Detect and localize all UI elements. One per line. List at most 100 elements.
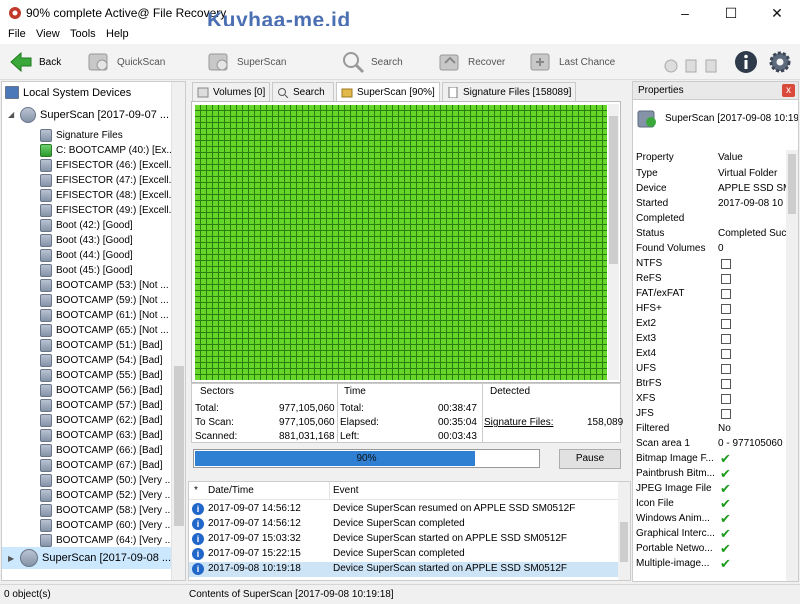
quickscan-button[interactable]: QuickScan: [86, 47, 165, 77]
info-icon[interactable]: [733, 49, 759, 75]
tree-volume-item[interactable]: BOOTCAMP (55:) [Bad]: [40, 368, 163, 383]
event-text: Device SuperScan resumed on APPLE SSD SM…: [333, 503, 576, 514]
collapse-icon[interactable]: ◢: [8, 110, 20, 119]
tree-scan-node[interactable]: ◢ SuperScan [2017-09-07 ...: [8, 106, 169, 123]
tree-volume-item[interactable]: BOOTCAMP (53:) [Not ...: [40, 278, 169, 293]
col-icon-header[interactable]: *: [194, 485, 198, 496]
tree-volume-item[interactable]: Boot (44:) [Good]: [40, 248, 133, 263]
tab-search[interactable]: Search: [272, 82, 334, 101]
property-checkbox[interactable]: [721, 319, 731, 329]
tree-scrollbar[interactable]: [171, 82, 185, 580]
search-button[interactable]: Search: [340, 47, 403, 77]
checkmark-icon[interactable]: ✔: [720, 511, 731, 527]
checkmark-icon[interactable]: ✔: [720, 466, 731, 482]
property-checkbox[interactable]: [721, 289, 731, 299]
close-icon[interactable]: x: [782, 84, 795, 97]
last-chance-button[interactable]: Last Chance: [528, 47, 615, 77]
back-button[interactable]: Back: [8, 47, 61, 77]
tree-volume-item[interactable]: BOOTCAMP (56:) [Bad]: [40, 383, 163, 398]
tree-volume-item[interactable]: BOOTCAMP (64:) [Very ...: [40, 533, 173, 548]
expand-icon[interactable]: ▶: [8, 554, 20, 563]
event-log-row[interactable]: i 2017-09-07 14:56:12 Device SuperScan com…: [189, 517, 630, 532]
event-log-row[interactable]: i 2017-09-07 14:56:12 Device SuperScan res…: [189, 502, 630, 517]
tree-volume-item[interactable]: BOOTCAMP (57:) [Bad]: [40, 398, 163, 413]
small-tool-icon[interactable]: [664, 59, 678, 73]
tree-volume-item[interactable]: EFISECTOR (47:) [Excell...: [40, 173, 177, 188]
tree-volume-item[interactable]: BOOTCAMP (59:) [Not ...: [40, 293, 169, 308]
property-checkbox[interactable]: [721, 364, 731, 374]
property-checkbox[interactable]: [721, 394, 731, 404]
tab-volumes[interactable]: Volumes [0]: [192, 82, 270, 101]
signature-files-link[interactable]: Signature Files:: [484, 417, 553, 428]
pause-button[interactable]: Pause: [559, 449, 621, 469]
scroll-thumb[interactable]: [620, 522, 628, 562]
property-checkbox[interactable]: [721, 304, 731, 314]
property-checkbox[interactable]: [721, 409, 731, 419]
superscan-button[interactable]: SuperScan: [206, 47, 286, 77]
minimize-button[interactable]: –: [662, 0, 708, 26]
superscan-tab-icon: [341, 88, 353, 98]
gear-icon[interactable]: [767, 49, 793, 75]
tab-signature-files[interactable]: Signature Files [158089]: [442, 82, 576, 101]
tree-volume-item[interactable]: BOOTCAMP (58:) [Very ...: [40, 503, 173, 518]
recover-button[interactable]: Recover: [437, 47, 505, 77]
col-event-header[interactable]: Event: [333, 485, 359, 496]
scroll-thumb[interactable]: [174, 366, 184, 526]
log-scrollbar[interactable]: [618, 482, 630, 580]
tree-volume-item[interactable]: Boot (42:) [Good]: [40, 218, 133, 233]
scroll-thumb[interactable]: [788, 154, 796, 214]
tree-volume-item[interactable]: BOOTCAMP (60:) [Very ...: [40, 518, 173, 533]
checkmark-icon[interactable]: ✔: [720, 481, 731, 497]
volume-disk-icon: [40, 174, 52, 187]
tree-volume-item[interactable]: BOOTCAMP (52:) [Very ...: [40, 488, 173, 503]
property-checkbox[interactable]: [721, 379, 731, 389]
tree-volume-item[interactable]: Boot (45:) [Good]: [40, 263, 133, 278]
menu-help[interactable]: Help: [106, 28, 129, 40]
tree-volume-item[interactable]: BOOTCAMP (62:) [Bad]: [40, 413, 163, 428]
small-tool-icon[interactable]: [704, 59, 718, 73]
close-button[interactable]: ✕: [754, 0, 800, 26]
tab-superscan[interactable]: SuperScan [90%]: [336, 82, 440, 102]
tree-volume-item[interactable]: Signature Files: [40, 128, 123, 143]
menu-tools[interactable]: Tools: [70, 28, 96, 40]
event-log-row[interactable]: i 2017-09-07 15:03:32 Device SuperScan sta…: [189, 532, 630, 547]
scroll-thumb[interactable]: [609, 116, 618, 264]
tree-volume-item[interactable]: BOOTCAMP (50:) [Very ...: [40, 473, 173, 488]
small-tool-icon[interactable]: [684, 59, 698, 73]
tree-root[interactable]: Local System Devices: [5, 85, 131, 100]
property-checkbox[interactable]: [721, 274, 731, 284]
tree-volume-item[interactable]: BOOTCAMP (54:) [Bad]: [40, 353, 163, 368]
tree-volume-item[interactable]: Boot (43:) [Good]: [40, 233, 133, 248]
tree-volume-item[interactable]: BOOTCAMP (67:) [Bad]: [40, 458, 163, 473]
tree-scan-node-selected[interactable]: ▶ SuperScan [2017-09-08 ...: [2, 547, 172, 569]
tree-volume-item[interactable]: EFISECTOR (48:) [Excell...: [40, 188, 177, 203]
tree-volume-item[interactable]: BOOTCAMP (61:) [Not ...: [40, 308, 169, 323]
event-log-row[interactable]: i 2017-09-07 15:22:15 Device SuperScan com…: [189, 547, 630, 562]
col-datetime-header[interactable]: Date/Time: [208, 485, 254, 496]
menu-file[interactable]: File: [8, 28, 26, 40]
event-log-row[interactable]: i 2017-09-08 10:19:18 Device SuperScan sta…: [189, 562, 630, 577]
checkmark-icon[interactable]: ✔: [720, 496, 731, 512]
tree-volume-item[interactable]: BOOTCAMP (65:) [Not ...: [40, 323, 169, 338]
property-checkbox[interactable]: [721, 259, 731, 269]
checkmark-icon[interactable]: ✔: [720, 541, 731, 557]
tree-volume-item[interactable]: BOOTCAMP (51:) [Bad]: [40, 338, 163, 353]
checkmark-icon[interactable]: ✔: [720, 526, 731, 542]
properties-scrollbar[interactable]: [786, 150, 798, 581]
tree-volume-item[interactable]: C: BOOTCAMP (40:) [Ex...: [40, 143, 175, 158]
checkmark-icon[interactable]: ✔: [720, 451, 731, 467]
property-row: Bitmap Image F... ✔: [633, 451, 793, 467]
maximize-button[interactable]: ☐: [708, 0, 754, 26]
menu-view[interactable]: View: [36, 28, 60, 40]
tree-volume-item[interactable]: EFISECTOR (46:) [Excell...: [40, 158, 177, 173]
map-scrollbar[interactable]: [608, 104, 619, 380]
tree-volume-item[interactable]: EFISECTOR (49:) [Excell...: [40, 203, 177, 218]
property-checkbox[interactable]: [721, 349, 731, 359]
checkmark-icon[interactable]: ✔: [720, 556, 731, 572]
volume-disk-icon: [40, 429, 52, 442]
property-checkbox[interactable]: [721, 334, 731, 344]
volume-disk-icon: [40, 264, 52, 277]
tree-volume-item[interactable]: BOOTCAMP (66:) [Bad]: [40, 443, 163, 458]
property-value: 0 - 977105060: [718, 438, 783, 449]
tree-volume-item[interactable]: BOOTCAMP (63:) [Bad]: [40, 428, 163, 443]
